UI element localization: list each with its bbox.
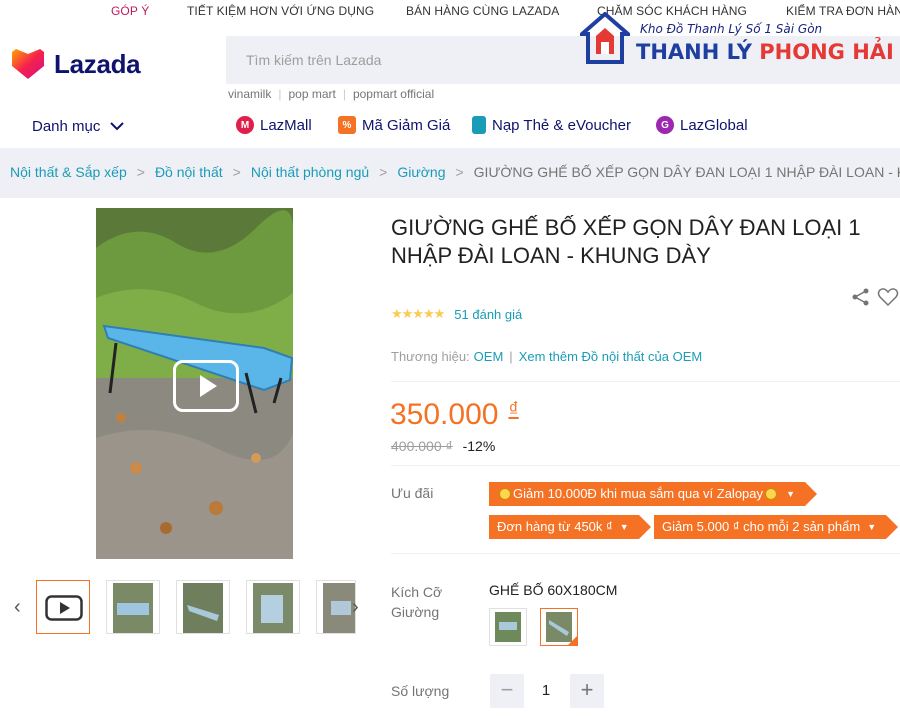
nav-row: Danh mục M LazMall % Mã Giảm Giá Nạp Thẻ… bbox=[0, 116, 900, 138]
quantity-increase-button[interactable]: + bbox=[570, 674, 604, 708]
wishlist-heart-icon[interactable] bbox=[877, 287, 899, 307]
promotions-label: Ưu đãi bbox=[391, 485, 434, 501]
thumb-next-arrow-icon[interactable]: › bbox=[352, 596, 359, 619]
thumb-prev-arrow-icon[interactable]: ‹ bbox=[14, 596, 21, 619]
breadcrumb: Nội thất & Sắp xếp > Đồ nội thất > Nội thấ… bbox=[10, 164, 900, 180]
breadcrumb-current: GIƯỜNG GHẾ BỐ XẾP GỌN DÂY ĐAN LOẠI 1 NHẬ… bbox=[473, 164, 900, 180]
sell-on-lazada-link[interactable]: BÁN HÀNG CÙNG LAZADA bbox=[406, 4, 559, 18]
breadcrumb-item[interactable]: Đồ nội thất bbox=[155, 164, 223, 180]
quantity-label: Số lượng bbox=[391, 683, 450, 699]
product-title: GIƯỜNG GHẾ BỐ XẾP GỌN DÂY ĐAN LOẠI 1 NHẬ… bbox=[391, 215, 861, 268]
divider bbox=[391, 553, 900, 554]
share-icon[interactable] bbox=[851, 287, 871, 307]
dropdown-arrow-icon: ▼ bbox=[786, 489, 796, 499]
dropdown-arrow-icon: ▼ bbox=[619, 522, 629, 532]
size-option[interactable] bbox=[489, 608, 527, 646]
quantity-decrease-button[interactable]: − bbox=[490, 674, 524, 708]
coin-bag-icon bbox=[765, 488, 778, 500]
quick-search-item[interactable]: popmart official bbox=[353, 87, 441, 101]
quantity-value[interactable]: 1 bbox=[530, 682, 562, 699]
lazmall-icon: M bbox=[236, 116, 254, 134]
thumbnail-image[interactable] bbox=[246, 580, 300, 634]
breadcrumb-item[interactable]: Giường bbox=[397, 164, 445, 180]
watermark-subtitle: Kho Đồ Thanh Lý Số 1 Sài Gòn bbox=[640, 22, 823, 36]
house-logo-icon bbox=[580, 12, 630, 64]
categories-label: Danh mục bbox=[32, 118, 101, 135]
nav-topup[interactable]: Nạp Thẻ & eVoucher bbox=[472, 116, 631, 134]
breadcrumb-item[interactable]: Nội thất & Sắp xếp bbox=[10, 164, 127, 180]
brand-link[interactable]: OEM bbox=[474, 349, 504, 364]
thumbnail-image[interactable] bbox=[106, 580, 160, 634]
nav-lazmall[interactable]: M LazMall bbox=[236, 116, 312, 134]
product-actions bbox=[851, 287, 899, 307]
thumbnail-video[interactable] bbox=[36, 580, 90, 634]
quick-searches: vinamilk | pop mart | popmart official bbox=[228, 87, 441, 101]
lazada-heart-icon bbox=[12, 49, 44, 79]
discount-percent: -12% bbox=[462, 438, 496, 454]
promo-tag[interactable]: Giảm 10.000Đ khi mua sắm qua ví Zalopay … bbox=[489, 482, 818, 506]
breadcrumb-item[interactable]: Nội thất phòng ngủ bbox=[251, 164, 369, 180]
promo-tag[interactable]: Đơn hàng từ 450k ₫ ▼ bbox=[489, 515, 651, 539]
feedback-link[interactable]: GÓP Ý bbox=[111, 4, 149, 18]
quick-search-item[interactable]: pop mart bbox=[288, 87, 342, 101]
rating-count-link[interactable]: 51 đánh giá bbox=[454, 307, 522, 322]
price: 350.000 ₫ bbox=[390, 398, 519, 431]
globe-icon: G bbox=[656, 116, 674, 134]
size-selected-value: GHẾ BỐ 60X180CM bbox=[489, 582, 618, 598]
old-price-row: 400.000 ₫ -12% bbox=[391, 438, 495, 454]
brand-label: Thương hiệu: bbox=[391, 349, 470, 364]
promo-tag[interactable]: Giảm 5.000 ₫ cho mỗi 2 sản phẩm ▼ bbox=[654, 515, 899, 539]
thumbnail-strip: ‹ › bbox=[10, 570, 370, 644]
watermark: Kho Đồ Thanh Lý Số 1 Sài Gòn THANH LÝ PH… bbox=[580, 10, 900, 70]
chevron-down-icon bbox=[110, 122, 125, 131]
divider bbox=[391, 465, 900, 466]
coin-bag-icon bbox=[499, 488, 511, 500]
brand-more-link[interactable]: Xem thêm Đồ nội thất của OEM bbox=[519, 349, 703, 364]
nav-lazglobal[interactable]: G LazGlobal bbox=[656, 116, 748, 134]
size-option-selected[interactable] bbox=[540, 608, 578, 646]
video-play-icon bbox=[45, 595, 83, 621]
logo-text: Lazada bbox=[54, 48, 141, 79]
original-price: 400.000 ₫ bbox=[391, 438, 453, 454]
dropdown-arrow-icon: ▼ bbox=[867, 522, 877, 532]
play-video-icon[interactable] bbox=[173, 360, 239, 412]
brand-row: Thương hiệu: OEM | Xem thêm Đồ nội thất … bbox=[391, 349, 703, 364]
voucher-icon: % bbox=[338, 116, 356, 134]
phone-topup-icon bbox=[472, 116, 486, 134]
quick-search-item[interactable]: vinamilk bbox=[228, 87, 278, 101]
rating-stars-icon: ★★★★★ bbox=[391, 306, 445, 321]
thumbnail-image[interactable] bbox=[316, 580, 356, 634]
app-savings-link[interactable]: TIẾT KIỆM HƠN VỚI ỨNG DỤNG bbox=[187, 4, 374, 18]
lazada-logo[interactable]: Lazada bbox=[10, 48, 141, 80]
thumbnail-image[interactable] bbox=[176, 580, 230, 634]
breadcrumb-band: Nội thất & Sắp xếp > Đồ nội thất > Nội thấ… bbox=[0, 148, 900, 198]
size-label: Kích Cỡ Giường bbox=[391, 584, 443, 620]
nav-vouchers[interactable]: % Mã Giảm Giá bbox=[338, 116, 450, 134]
categories-menu[interactable]: Danh mục bbox=[32, 118, 125, 135]
watermark-title: THANH LÝ PHONG HẢI bbox=[636, 40, 894, 64]
divider bbox=[391, 381, 900, 382]
rating-summary: ★★★★★ 51 đánh giá bbox=[391, 306, 522, 322]
